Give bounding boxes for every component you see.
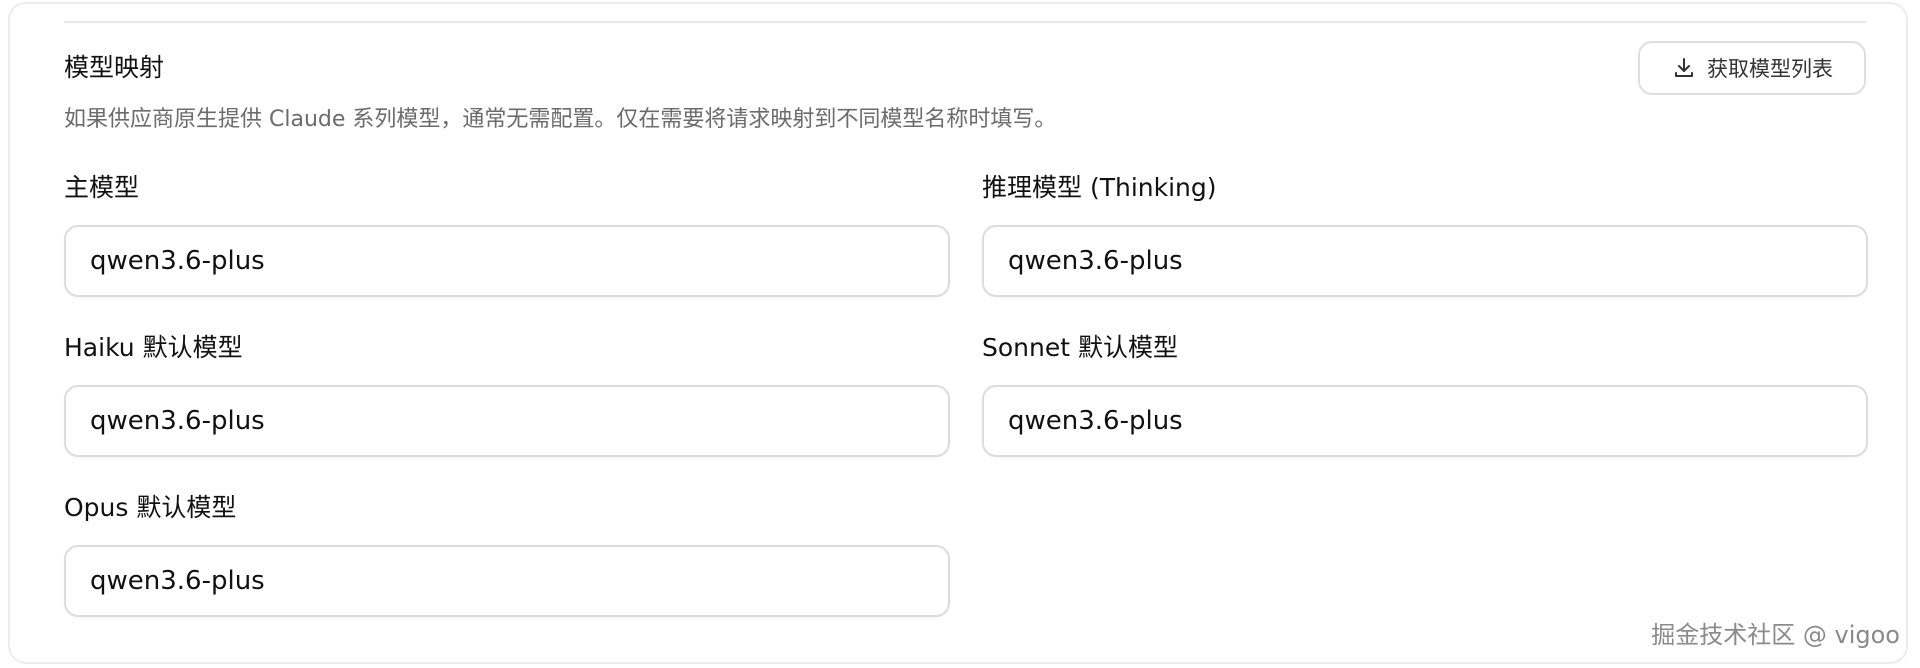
opus-model-label: Opus 默认模型 [64,493,237,522]
section-description: 如果供应商原生提供 Claude 系列模型，通常无需配置。仅在需要将请求映射到不… [64,107,1057,132]
thinking-model-input[interactable] [982,225,1868,297]
watermark: 掘金技术社区 @ vigoo [1651,621,1900,649]
main-model-label: 主模型 [64,173,140,202]
sonnet-model-input[interactable] [982,385,1868,457]
download-icon [1671,55,1697,81]
main-model-input[interactable] [64,225,950,297]
haiku-model-input[interactable] [64,385,950,457]
haiku-model-label: Haiku 默认模型 [64,333,243,362]
opus-model-input[interactable] [64,545,950,617]
section-title: 模型映射 [64,53,165,82]
top-divider [64,21,1866,23]
fetch-button-label: 获取模型列表 [1707,57,1833,81]
fetch-model-list-button[interactable]: 获取模型列表 [1638,41,1866,95]
sonnet-model-label: Sonnet 默认模型 [982,333,1178,362]
thinking-model-label: 推理模型 (Thinking) [982,173,1217,202]
